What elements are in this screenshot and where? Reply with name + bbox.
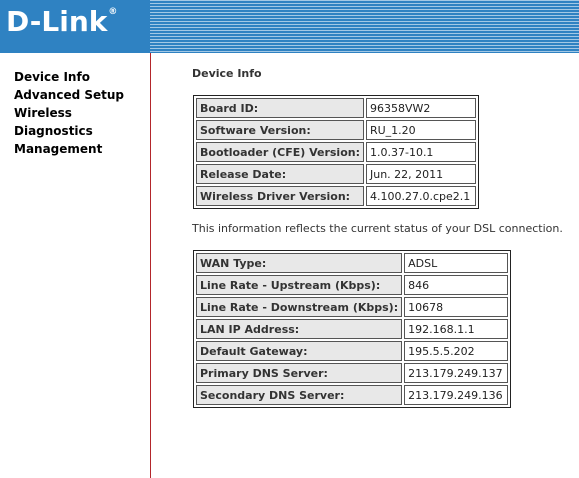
status-note: This information reflects the current st…	[192, 222, 563, 235]
table-row: WAN Type: ADSL	[196, 253, 509, 273]
table-value: 1.0.37-10.1	[365, 142, 476, 162]
registered-mark: ®	[108, 7, 118, 17]
dlink-logo: D-Link®	[6, 5, 118, 38]
table-label: LAN IP Address:	[196, 319, 403, 339]
table-value: 195.5.5.202	[404, 341, 509, 361]
sidebar-item-advanced-setup[interactable]: Advanced Setup	[14, 86, 124, 104]
table-label: Secondary DNS Server:	[196, 385, 403, 405]
table-row: LAN IP Address: 192.168.1.1	[196, 319, 509, 339]
sidebar-menu: Device Info Advanced Setup Wireless Diag…	[14, 68, 124, 158]
table-value: 10678	[404, 297, 509, 317]
table-row: Default Gateway: 195.5.5.202	[196, 341, 509, 361]
banner-stripes	[150, 0, 579, 53]
table-label: Primary DNS Server:	[196, 363, 403, 383]
sidebar-item-wireless[interactable]: Wireless	[14, 104, 124, 122]
table-label: Line Rate - Upstream (Kbps):	[196, 275, 403, 295]
table-row: Primary DNS Server: 213.179.249.137	[196, 363, 509, 383]
table-label: Board ID:	[196, 98, 364, 118]
table-row: Board ID: 96358VW2	[196, 98, 476, 118]
table-value: Jun. 22, 2011	[365, 164, 476, 184]
table-row: Line Rate - Downstream (Kbps): 10678	[196, 297, 509, 317]
table-value: 192.168.1.1	[404, 319, 509, 339]
table-row: Secondary DNS Server: 213.179.249.136	[196, 385, 509, 405]
table-label: Wireless Driver Version:	[196, 186, 364, 206]
logo-text: D-Link	[6, 5, 108, 38]
table-label: Default Gateway:	[196, 341, 403, 361]
table-row: Release Date: Jun. 22, 2011	[196, 164, 476, 184]
table-value: ADSL	[404, 253, 509, 273]
table-value: 846	[404, 275, 509, 295]
table-value: RU_1.20	[365, 120, 476, 140]
table-value: 96358VW2	[365, 98, 476, 118]
sidebar-divider	[150, 53, 151, 478]
table-row: Line Rate - Upstream (Kbps): 846	[196, 275, 509, 295]
table-row: Bootloader (CFE) Version: 1.0.37-10.1	[196, 142, 476, 162]
table-label: Line Rate - Downstream (Kbps):	[196, 297, 403, 317]
table-row: Software Version: RU_1.20	[196, 120, 476, 140]
header-banner: D-Link®	[0, 0, 579, 53]
table-value: 4.100.27.0.cpe2.1	[365, 186, 476, 206]
sidebar-item-diagnostics[interactable]: Diagnostics	[14, 122, 124, 140]
wan-info-table: WAN Type: ADSL Line Rate - Upstream (Kbp…	[193, 250, 512, 408]
table-label: Software Version:	[196, 120, 364, 140]
page-title: Device Info	[192, 67, 262, 80]
sidebar-item-device-info[interactable]: Device Info	[14, 68, 124, 86]
table-value: 213.179.249.136	[404, 385, 509, 405]
table-label: WAN Type:	[196, 253, 403, 273]
device-info-table: Board ID: 96358VW2 Software Version: RU_…	[193, 95, 479, 209]
table-row: Wireless Driver Version: 4.100.27.0.cpe2…	[196, 186, 476, 206]
table-label: Bootloader (CFE) Version:	[196, 142, 364, 162]
table-value: 213.179.249.137	[404, 363, 509, 383]
table-label: Release Date:	[196, 164, 364, 184]
sidebar-item-management[interactable]: Management	[14, 140, 124, 158]
